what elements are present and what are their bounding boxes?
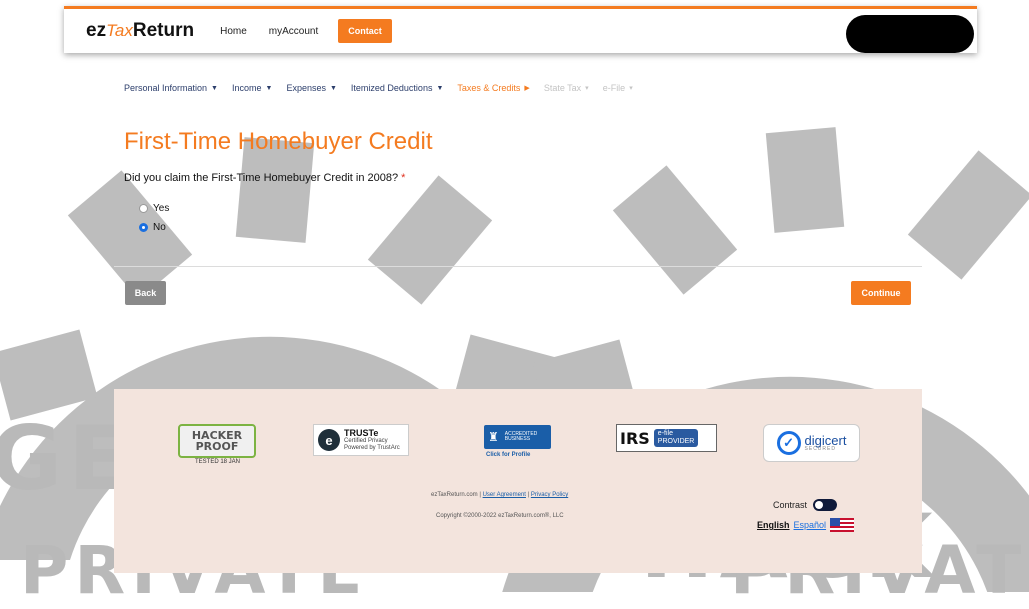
step-label: State Tax [543, 83, 582, 93]
digicert-title: digicert [804, 432, 847, 448]
user-agreement-link[interactable]: User Agreement [483, 492, 526, 498]
contrast-control: Contrast [773, 499, 838, 511]
option-yes[interactable]: Yes [139, 203, 169, 214]
contrast-toggle[interactable] [813, 499, 838, 511]
step-personal-information[interactable]: Personal Information ▼ [124, 83, 218, 93]
required-marker: * [401, 172, 406, 184]
logo-suffix: Return [132, 20, 195, 41]
caret-down-icon: ▾ [629, 85, 633, 92]
irs-efile-badge[interactable]: IRS e-file PROVIDER [616, 424, 717, 452]
truste-text: TRUSTe Certified Privacy Powered by Trus… [344, 427, 400, 451]
hacker-sub: PROOF [195, 440, 239, 453]
irs-text: IRS [620, 428, 650, 448]
step-e-file: e-File ▾ [603, 83, 633, 93]
back-button[interactable]: Back [125, 281, 166, 305]
digicert-badge[interactable]: ✓ digicert SECURED [763, 424, 860, 462]
truste-title: TRUSTe [344, 427, 379, 438]
truste-line2: Powered by TrustArc [344, 444, 400, 451]
bbb-caption[interactable]: Click for Profile [486, 452, 530, 458]
step-label: Income [231, 83, 262, 93]
step-label: Taxes & Credits [457, 83, 521, 93]
logo-tax: Tax [106, 21, 133, 40]
truste-logo-icon: e [318, 429, 340, 451]
irs-efile-provider: e-file PROVIDER [653, 429, 699, 447]
irs-badge-line2: PROVIDER [657, 438, 695, 445]
radio-no[interactable] [139, 223, 148, 232]
caret-down-icon: ▼ [329, 84, 337, 92]
top-header: ez Tax Return Home myAccount Contact [64, 6, 977, 53]
copyright-text: Copyright ©2000-2022 ezTaxReturn.com®, L… [436, 513, 564, 519]
step-income[interactable]: Income ▼ [232, 83, 272, 93]
nav-myaccount-link[interactable]: myAccount [269, 26, 318, 37]
logo-prefix: ez [86, 20, 107, 41]
option-yes-label: Yes [153, 203, 170, 214]
caret-right-icon: ▶ [524, 85, 530, 92]
digicert-text: digicert SECURED [804, 432, 847, 453]
irs-badge-line1: e-file [657, 430, 673, 438]
step-taxes-credits[interactable]: Taxes & Credits ▶ [457, 83, 529, 93]
us-flag-icon [830, 518, 855, 532]
caret-down-icon: ▾ [585, 85, 589, 92]
bbb-torch-icon: ♜ [488, 430, 499, 444]
caret-down-icon: ▼ [265, 84, 273, 92]
step-label: e-File [602, 83, 626, 93]
question-label: Did you claim the First-Time Homebuyer C… [124, 172, 399, 184]
privacy-policy-link[interactable]: Privacy Policy [531, 492, 568, 498]
footer-links: ezTaxReturn.com | User Agreement | Priva… [431, 492, 569, 498]
step-label: Personal Information [124, 83, 208, 93]
option-no[interactable]: No [139, 222, 166, 233]
nav-home-link[interactable]: Home [220, 26, 247, 37]
truste-badge[interactable]: e TRUSTe Certified Privacy Powered by Tr… [313, 424, 409, 456]
hacker-proof-badge[interactable]: HACKER PROOF [178, 424, 256, 458]
contrast-label: Contrast [773, 500, 808, 510]
bbb-line2: BUSINESS [504, 436, 531, 442]
language-selector: English Español [757, 518, 855, 532]
option-no-label: No [153, 222, 166, 233]
contact-button[interactable]: Contact [338, 19, 392, 43]
continue-button[interactable]: Continue [851, 281, 911, 305]
step-label: Itemized Deductions [350, 83, 433, 93]
step-state-tax: State Tax ▾ [544, 83, 589, 93]
question-text: Did you claim the First-Time Homebuyer C… [124, 172, 405, 184]
redacted-user-area [846, 15, 974, 53]
step-expenses[interactable]: Expenses ▼ [286, 83, 336, 93]
footer-site-link[interactable]: ezTaxReturn.com [431, 492, 478, 498]
hacker-tested-date: TESTED 18 JAN [195, 459, 241, 465]
lang-english-link[interactable]: English [757, 520, 790, 530]
digicert-sub: SECURED [804, 446, 836, 453]
checkmark-icon: ✓ [776, 431, 801, 455]
step-itemized-deductions[interactable]: Itemized Deductions ▼ [351, 83, 443, 93]
radio-yes[interactable] [139, 204, 148, 213]
step-label: Expenses [286, 83, 326, 93]
footer [114, 389, 922, 573]
caret-down-icon: ▼ [211, 84, 218, 92]
content-divider [114, 266, 922, 267]
bbb-text: ACCREDITED BUSINESS [504, 431, 538, 443]
eztaxreturn-logo[interactable]: ez Tax Return [86, 20, 194, 42]
page-title: First-Time Homebuyer Credit [124, 128, 433, 155]
lang-spanish-link[interactable]: Español [794, 520, 827, 530]
progress-steps: Personal Information ▼ Income ▼ Expenses ▼ … [124, 83, 633, 93]
caret-down-icon: ▼ [436, 84, 444, 92]
bbb-badge[interactable]: ♜ ACCREDITED BUSINESS [484, 425, 551, 449]
